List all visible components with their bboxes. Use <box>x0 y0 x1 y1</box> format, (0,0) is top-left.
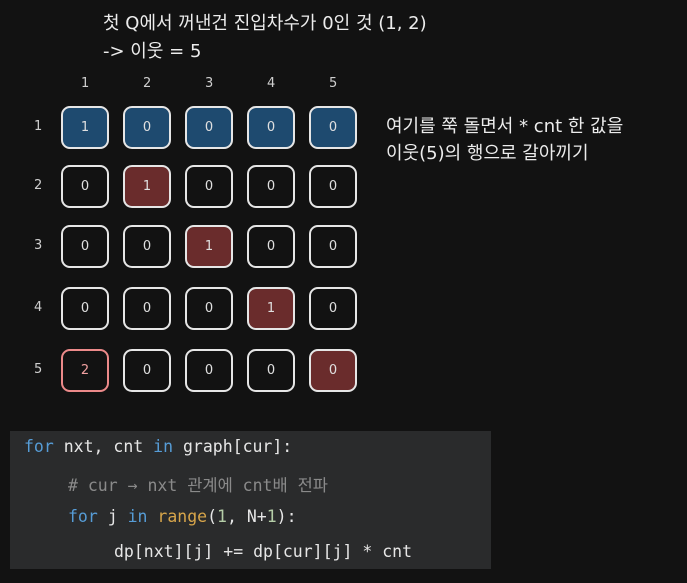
matrix-cell: 2 <box>61 349 109 392</box>
matrix-cell: 0 <box>185 165 233 208</box>
column-header: 3 <box>205 76 214 91</box>
row-header: 1 <box>34 119 43 134</box>
matrix-cell: 0 <box>247 165 295 208</box>
matrix-cell: 1 <box>61 106 109 149</box>
row-header: 2 <box>34 178 43 193</box>
matrix-cell: 0 <box>309 349 357 392</box>
row-header: 4 <box>34 300 43 315</box>
matrix-cell: 0 <box>309 225 357 268</box>
matrix-cell: 0 <box>309 165 357 208</box>
code-block: for nxt, cnt in graph[cur]: # cur → nxt … <box>10 431 491 569</box>
code-function: range <box>147 507 208 526</box>
code-line-4: dp[nxt][j] += dp[cur][j] * cnt <box>114 542 413 561</box>
matrix-cell: 0 <box>247 225 295 268</box>
column-header: 4 <box>267 76 276 91</box>
code-line-2-comment: # cur → nxt 관계에 cnt배 전파 <box>68 476 328 495</box>
annotation-title-line2: -> 이웃 = 5 <box>103 41 202 62</box>
matrix-cell: 1 <box>123 165 171 208</box>
code-keyword: for <box>68 507 98 526</box>
matrix-cell: 1 <box>185 225 233 268</box>
matrix-cell: 0 <box>61 287 109 330</box>
code-text: graph[cur]: <box>173 437 293 456</box>
row-header: 5 <box>34 362 43 377</box>
code-line-1: for nxt, cnt in graph[cur]: <box>24 437 292 456</box>
matrix-cell: 0 <box>309 106 357 149</box>
matrix-cell: 0 <box>61 165 109 208</box>
code-keyword: in <box>127 507 148 526</box>
code-number: 1 <box>266 507 277 526</box>
code-line-3: for j in range(1, N+1): <box>68 507 297 526</box>
row-header: 3 <box>34 238 43 253</box>
code-text: j <box>97 507 128 526</box>
column-header: 2 <box>143 76 152 91</box>
code-text: ): <box>276 507 297 526</box>
code-text: nxt, cnt <box>53 437 154 456</box>
matrix-cell: 0 <box>123 349 171 392</box>
matrix-cell: 0 <box>247 349 295 392</box>
annotation-side-line1: 여기를 쭉 돌면서 * cnt 한 값을 <box>386 116 624 137</box>
code-keyword: for <box>24 437 54 456</box>
annotation-title-line1: 첫 Q에서 꺼낸건 진입차수가 0인 것 (1, 2) <box>103 13 427 34</box>
code-keyword: in <box>153 437 174 456</box>
matrix-cell: 0 <box>185 106 233 149</box>
matrix-cell: 0 <box>247 106 295 149</box>
matrix-cell: 0 <box>61 225 109 268</box>
column-header: 1 <box>81 76 90 91</box>
matrix-cell: 1 <box>247 287 295 330</box>
matrix-cell: 0 <box>185 287 233 330</box>
matrix-cell: 0 <box>185 349 233 392</box>
matrix-cell: 0 <box>309 287 357 330</box>
matrix-cell: 0 <box>123 225 171 268</box>
code-text: , N+ <box>226 507 267 526</box>
annotation-side-line2: 이웃(5)의 행으로 갈아끼기 <box>386 143 589 164</box>
code-text: ( <box>207 507 218 526</box>
code-number: 1 <box>217 507 227 526</box>
matrix-cell: 0 <box>123 287 171 330</box>
matrix-cell: 0 <box>123 106 171 149</box>
column-header: 5 <box>329 76 338 91</box>
